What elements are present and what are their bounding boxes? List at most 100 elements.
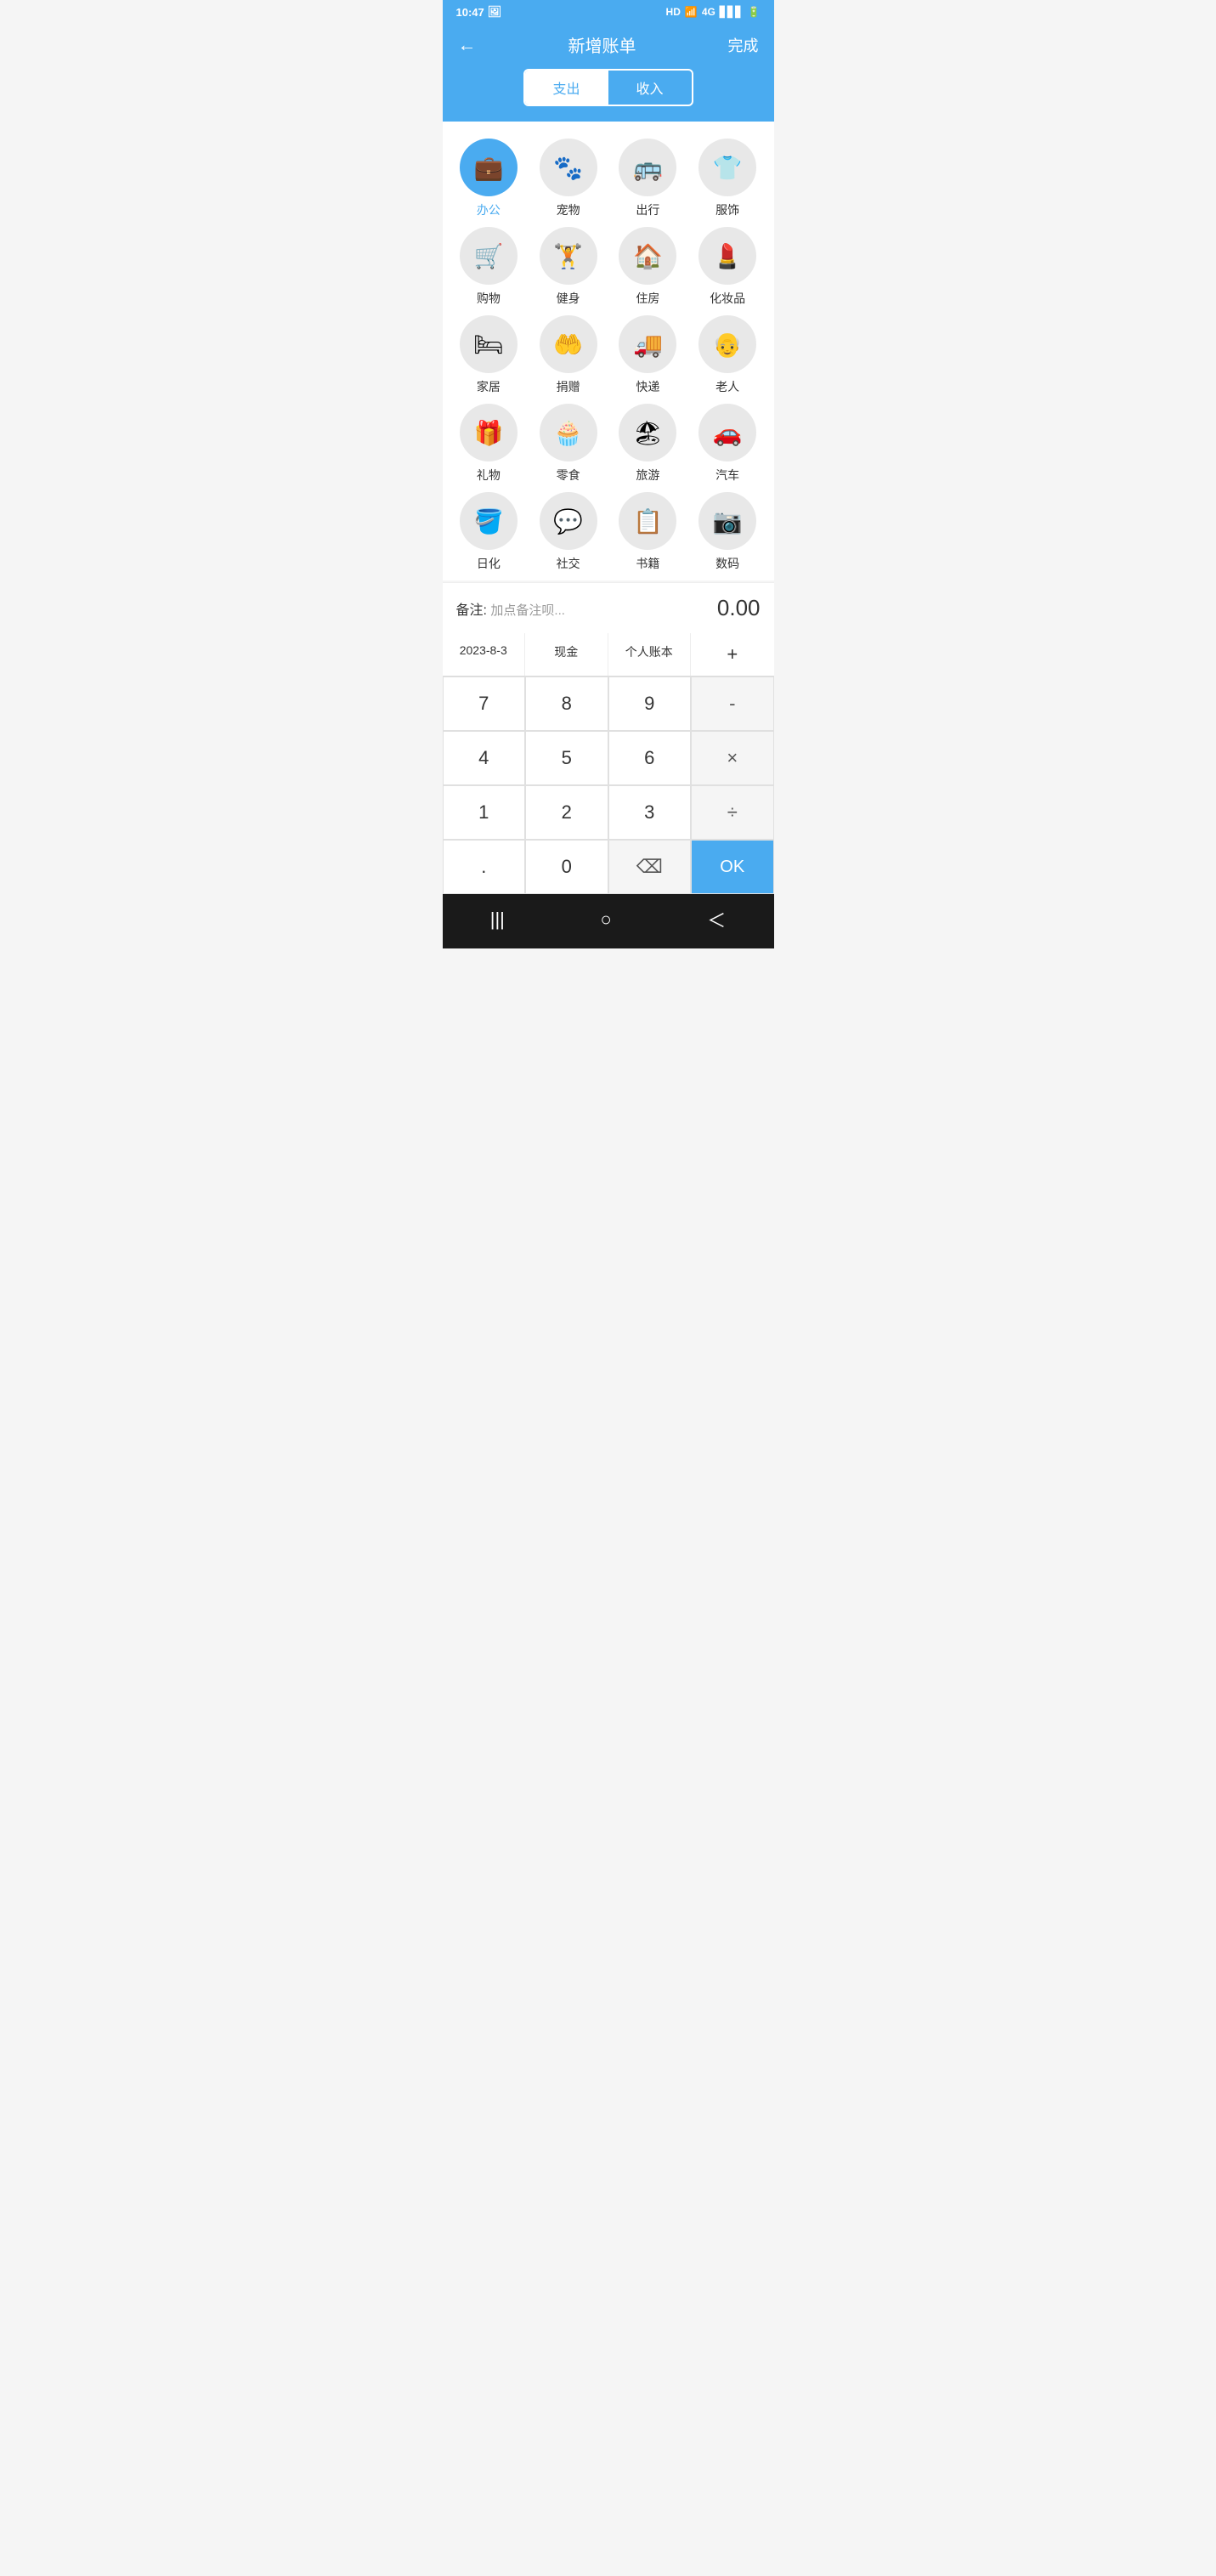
tab-income[interactable]: 收入 [608, 71, 692, 105]
category-item-cosmetics[interactable]: 💄 化妆品 [690, 227, 766, 307]
category-label-travel: 旅游 [636, 467, 659, 484]
calc-btn-4[interactable]: 4 [443, 731, 526, 785]
calc-btn-7[interactable]: 7 [443, 677, 526, 731]
calc-grid: 789- 456× 123÷.0⌫OK [443, 677, 774, 894]
calc-btn-3[interactable]: 3 [608, 785, 692, 840]
calc-btn-5[interactable]: 5 [525, 731, 608, 785]
category-icon-gift: 🎁 [460, 404, 518, 461]
done-button[interactable]: 完成 [728, 34, 759, 56]
category-icon-travel: 🏖 [619, 404, 676, 461]
time-display: 10:47 [456, 6, 484, 19]
nav-home[interactable]: ○ [583, 905, 628, 934]
category-item-gift[interactable]: 🎁 礼物 [451, 404, 527, 484]
wifi-icon: 📶 [685, 6, 698, 18]
calc-btn-6[interactable]: 6 [608, 731, 692, 785]
category-item-transport[interactable]: 🚌 出行 [610, 139, 686, 218]
category-item-travel[interactable]: 🏖 旅游 [610, 404, 686, 484]
image-icon: 🖼 [488, 5, 502, 19]
category-label-fitness: 健身 [557, 290, 580, 307]
category-label-office: 办公 [477, 201, 501, 218]
category-item-digital[interactable]: 📷 数码 [690, 492, 766, 572]
header: ← 新增账单 完成 [443, 24, 774, 69]
category-label-book: 书籍 [636, 555, 659, 572]
status-icons: HD 📶 4G ▋▋▋ 🔋 [666, 6, 761, 18]
tab-group: 支出 收入 [523, 69, 693, 106]
page-title: 新增账单 [568, 32, 636, 57]
category-label-gift: 礼物 [477, 467, 501, 484]
category-item-snack[interactable]: 🧁 零食 [530, 404, 606, 484]
category-label-elder: 老人 [715, 378, 739, 395]
category-label-cosmetics: 化妆品 [710, 290, 745, 307]
battery-icon: 🔋 [748, 6, 761, 18]
category-label-pet: 宠物 [557, 201, 580, 218]
category-item-clothing[interactable]: 👕 服饰 [690, 139, 766, 218]
back-button[interactable]: ← [458, 34, 477, 56]
calc-btn-÷[interactable]: ÷ [691, 785, 774, 840]
remark-label-area: 备注: 加点备注呗... [456, 598, 565, 619]
calc-btn-backspace[interactable]: ⌫ [608, 840, 692, 894]
calc-btn-1[interactable]: 1 [443, 785, 526, 840]
status-bar: 10:47 🖼 HD 📶 4G ▋▋▋ 🔋 [443, 0, 774, 24]
signal-label: 4G [702, 6, 715, 18]
category-icon-express: 🚚 [619, 315, 676, 373]
category-label-housing: 住房 [636, 290, 659, 307]
category-icon-fitness: 🏋 [540, 227, 597, 285]
category-item-shopping[interactable]: 🛒 购物 [451, 227, 527, 307]
category-label-digital: 数码 [715, 555, 739, 572]
category-icon-shopping: 🛒 [460, 227, 518, 285]
calc-account[interactable]: 个人账本 [608, 633, 692, 676]
category-item-daily[interactable]: 🪣日化 [451, 492, 527, 572]
category-item-housing[interactable]: 🏠住房 [610, 227, 686, 307]
category-label-car: 汽车 [715, 467, 739, 484]
category-item-book[interactable]: 📋 书籍 [610, 492, 686, 572]
calc-payment[interactable]: 现金 [525, 633, 608, 676]
category-icon-digital: 📷 [698, 492, 756, 550]
category-icon-transport: 🚌 [619, 139, 676, 196]
tab-switcher: 支出 收入 [443, 69, 774, 122]
nav-back[interactable]: ＜ [690, 903, 743, 937]
calc-btn-0[interactable]: 0 [525, 840, 608, 894]
category-item-elder[interactable]: 👴老人 [690, 315, 766, 395]
category-item-express[interactable]: 🚚快递 [610, 315, 686, 395]
remark-placeholder[interactable]: 加点备注呗... [490, 603, 565, 618]
category-icon-daily: 🪣 [460, 492, 518, 550]
bottom-nav: ||| ○ ＜ [443, 894, 774, 948]
category-label-social: 社交 [557, 555, 580, 572]
category-label-snack: 零食 [557, 467, 580, 484]
category-item-fitness[interactable]: 🏋 健身 [530, 227, 606, 307]
category-label-shopping: 购物 [477, 290, 501, 307]
calc-btn-×[interactable]: × [691, 731, 774, 785]
calc-info-row: 2023-8-3 现金 个人账本 + [443, 633, 774, 677]
status-time: 10:47 🖼 [456, 5, 502, 19]
category-item-office[interactable]: 💼 办公 [451, 139, 527, 218]
category-icon-cosmetics: 💄 [698, 227, 756, 285]
category-icon-office: 💼 [460, 139, 518, 196]
category-item-donate[interactable]: 🤲捐赠 [530, 315, 606, 395]
calc-btn-2[interactable]: 2 [525, 785, 608, 840]
category-label-clothing: 服饰 [715, 201, 739, 218]
calc-btn-8[interactable]: 8 [525, 677, 608, 731]
calc-btn-9[interactable]: 9 [608, 677, 692, 731]
nav-recents[interactable]: ||| [473, 905, 522, 934]
tab-expense[interactable]: 支出 [525, 71, 608, 105]
category-icon-pet: 🐾 [540, 139, 597, 196]
calc-btn-.[interactable]: . [443, 840, 526, 894]
category-icon-clothing: 👕 [698, 139, 756, 196]
calculator: 2023-8-3 现金 个人账本 + 789- 456× 123÷.0⌫OK [443, 633, 774, 894]
calc-btn-ok[interactable]: OK [691, 840, 774, 894]
remark-row: 备注: 加点备注呗... 0.00 [443, 582, 774, 633]
category-icon-snack: 🧁 [540, 404, 597, 461]
category-label-transport: 出行 [636, 201, 659, 218]
category-icon-book: 📋 [619, 492, 676, 550]
category-icon-donate: 🤲 [540, 315, 597, 373]
calc-btn--[interactable]: - [691, 677, 774, 731]
category-item-pet[interactable]: 🐾 宠物 [530, 139, 606, 218]
calc-date[interactable]: 2023-8-3 [443, 633, 526, 676]
category-item-car[interactable]: 🚗汽车 [690, 404, 766, 484]
calc-add-button[interactable]: + [691, 633, 774, 676]
category-item-home[interactable]: 🛏家居 [451, 315, 527, 395]
category-icon-social: 💬 [540, 492, 597, 550]
category-grid: 💼 办公 🐾 宠物 🚌 出行 👕 服饰 🛒 购物 🏋 健身 🏠住房💄 化妆品 🛏家居🤲捐赠🚚快递👴老人 🎁 礼物… [443, 122, 774, 580]
category-item-social[interactable]: 💬 社交 [530, 492, 606, 572]
category-icon-home: 🛏 [460, 315, 518, 373]
